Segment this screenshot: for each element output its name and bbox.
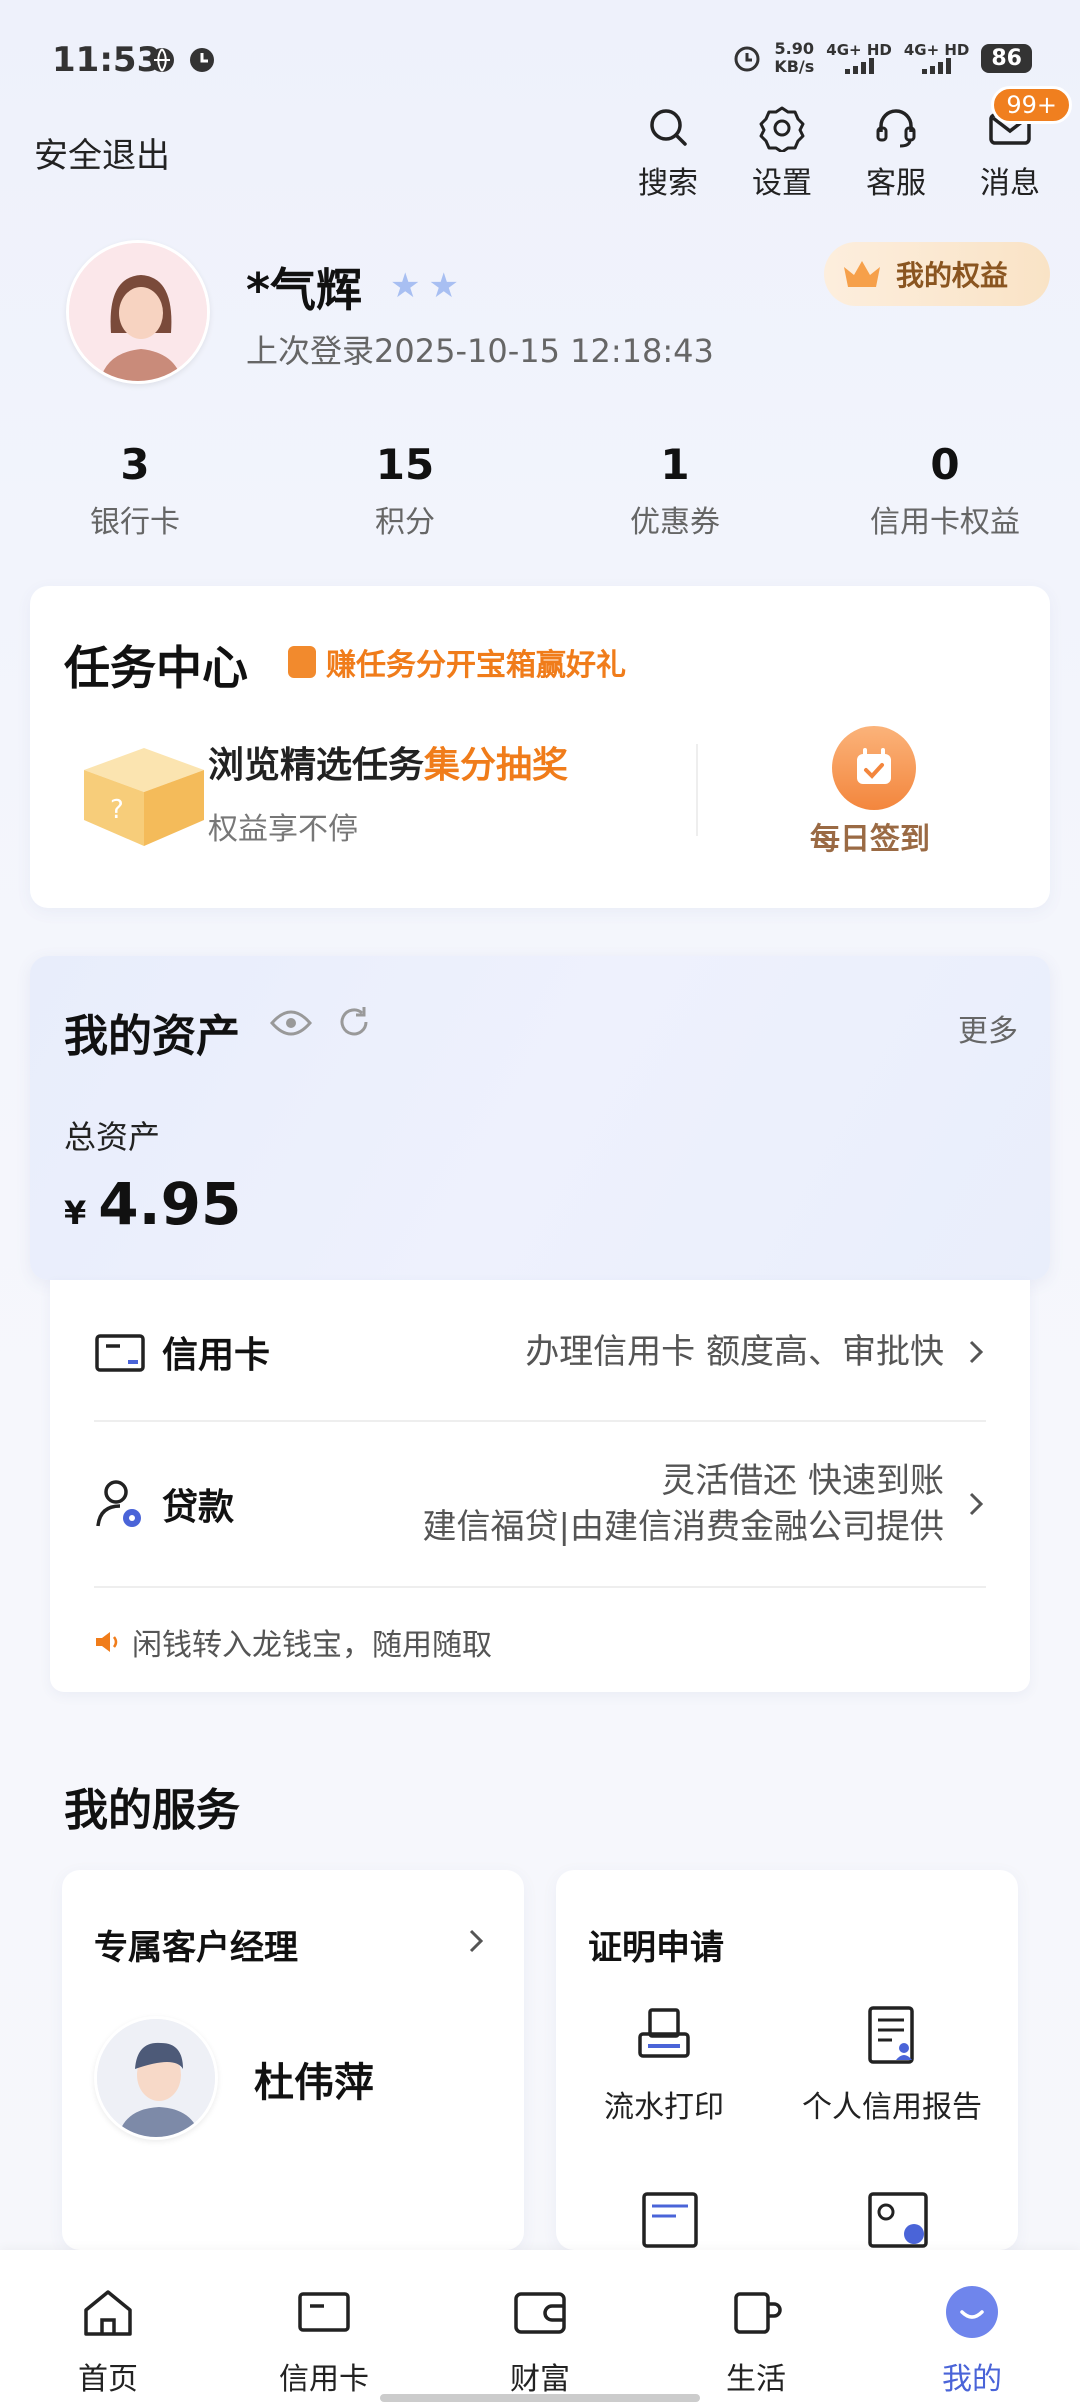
settings-button[interactable]: 设置 xyxy=(732,104,832,202)
nav-home[interactable]: 首页 xyxy=(0,2250,216,2408)
account-manager-title: 专属客户经理 xyxy=(94,1928,298,1968)
profile-icon xyxy=(946,2286,998,2338)
nav-credit-card[interactable]: 信用卡 xyxy=(216,2250,432,2408)
search-icon xyxy=(650,109,687,146)
svg-text:?: ? xyxy=(110,795,124,825)
my-rights-button[interactable]: 我的权益 xyxy=(824,242,1050,306)
home-indicator[interactable] xyxy=(380,2394,700,2402)
my-services-title: 我的服务 xyxy=(64,1785,240,1836)
eye-icon[interactable] xyxy=(270,1008,312,1038)
customer-service-button[interactable]: 客服 xyxy=(846,104,946,202)
user-name: *气辉 xyxy=(246,263,363,317)
top-actions: 搜索 设置 客服 消息 99+ xyxy=(618,86,1072,202)
loan-row[interactable]: 贷款 灵活借还 快速到账 建信福贷|由建信消费金融公司提供 xyxy=(94,1458,986,1550)
daily-checkin-button[interactable] xyxy=(832,726,916,810)
home-icon xyxy=(84,2290,132,2336)
chevron-right-icon xyxy=(469,1929,484,1953)
profile-stats: 3 银行卡 15 积分 1 优惠券 0 信用卡权益 xyxy=(0,440,1080,541)
network-speed: 5.90 KB/s xyxy=(774,39,815,76)
task-center-title: 任务中心 xyxy=(64,641,248,695)
cup-icon xyxy=(734,2292,782,2334)
divider xyxy=(94,1586,986,1588)
female-avatar-icon xyxy=(69,243,207,381)
status-icons xyxy=(148,46,216,74)
gift-icon xyxy=(288,646,316,678)
crown-icon xyxy=(844,261,880,287)
bottom-nav: 首页 信用卡 财富 生活 我的 xyxy=(0,2250,1080,2408)
user-avatar[interactable] xyxy=(66,240,210,384)
search-button[interactable]: 搜索 xyxy=(618,104,718,202)
divider xyxy=(696,744,698,836)
total-assets-label: 总资产 xyxy=(64,1118,161,1156)
status-right: 5.90 KB/s 4G+ HD 4G+ HD 86 xyxy=(732,40,1032,76)
signal-sim2: 4G+ HD xyxy=(904,42,969,74)
manager-name: 杜伟萍 xyxy=(254,2060,374,2106)
credit-report-icon xyxy=(868,2006,914,2064)
nav-mine[interactable]: 我的 xyxy=(864,2250,1080,2408)
task-center-card: 任务中心 赚任务分开宝箱赢好礼 ? 浏览精选任务集分抽奖 权益享不停 每日签到 xyxy=(30,586,1050,908)
manager-avatar xyxy=(94,2016,218,2140)
male-avatar-icon xyxy=(97,2019,215,2137)
my-assets-title: 我的资产 xyxy=(64,1011,240,1062)
status-time: 11:53 xyxy=(52,40,161,80)
credit-card-row[interactable]: 信用卡 办理信用卡 额度高、审批快 xyxy=(94,1326,986,1378)
loan-user-icon xyxy=(96,1480,141,1527)
signal-bars-icon xyxy=(844,58,874,74)
messages-button[interactable]: 消息 99+ xyxy=(960,86,1072,202)
nav-wealth[interactable]: 财富 xyxy=(432,2250,648,2408)
stat-coupons[interactable]: 1 优惠券 xyxy=(540,440,810,541)
stat-credit-card-rights[interactable]: 0 信用卡权益 xyxy=(810,440,1080,541)
assets-more-link[interactable]: 更多 xyxy=(958,1006,1018,1050)
treasure-box-icon: ? xyxy=(84,748,204,846)
document-icon xyxy=(642,2192,698,2248)
alarm-status-icon xyxy=(734,46,760,72)
wallet-icon xyxy=(514,2292,566,2334)
assets-list: 信用卡 办理信用卡 额度高、审批快 贷款 灵活借还 快速到账 建信福贷|由建信消… xyxy=(50,1280,1030,1692)
clock-status-icon xyxy=(190,48,214,72)
user-level-stars: ★ ★ xyxy=(390,266,459,306)
settings-icon xyxy=(759,106,805,152)
statement-print-item[interactable]: 流水打印 xyxy=(564,2004,764,2126)
stat-points[interactable]: 15 积分 xyxy=(270,440,540,541)
globe-status-icon xyxy=(150,48,174,72)
battery-indicator: 86 xyxy=(981,43,1032,73)
chevron-right-icon xyxy=(969,1492,984,1516)
chevron-right-icon xyxy=(969,1340,984,1364)
logout-button[interactable]: 安全退出 xyxy=(34,128,170,177)
nav-life[interactable]: 生活 xyxy=(648,2250,864,2408)
divider xyxy=(94,1420,986,1422)
speaker-icon xyxy=(96,1632,118,1652)
message-badge: 99+ xyxy=(991,86,1072,124)
task-main-text[interactable]: 浏览精选任务集分抽奖 xyxy=(208,736,568,788)
refresh-icon[interactable] xyxy=(336,1004,372,1040)
my-assets-card: 我的资产 更多 总资产 ¥ 4.95 xyxy=(30,956,1050,1280)
headset-icon xyxy=(876,109,916,148)
daily-checkin-label[interactable]: 每日签到 xyxy=(810,814,930,858)
calendar-check-icon xyxy=(857,748,891,784)
credit-report-item[interactable]: 个人信用报告 xyxy=(792,2004,992,2126)
total-assets-value: ¥ 4.95 xyxy=(64,1170,242,1238)
wealth-tip[interactable]: 闲钱转入龙钱宝，随用随取 xyxy=(94,1620,492,1664)
certificate-title: 证明申请 xyxy=(588,1928,724,1968)
account-manager-card[interactable]: 专属客户经理 杜伟萍 xyxy=(62,1870,524,2250)
signal-sim1: 4G+ HD xyxy=(826,42,892,74)
printer-icon xyxy=(638,2008,690,2058)
stat-bank-cards[interactable]: 3 银行卡 xyxy=(0,440,270,541)
star-icon: ★ xyxy=(390,266,421,306)
star-icon: ★ xyxy=(428,266,459,306)
id-card-icon xyxy=(868,2192,928,2248)
credit-card-icon xyxy=(95,1334,145,1372)
certificate-card: 证明申请 流水打印 个人信用报告 xyxy=(556,1870,1018,2250)
task-center-tag[interactable]: 赚任务分开宝箱赢好礼 xyxy=(288,640,626,684)
last-login: 上次登录2025-10-15 12:18:43 xyxy=(246,332,714,370)
signal-bars-icon xyxy=(922,58,952,74)
card-icon xyxy=(298,2292,350,2332)
task-sub-text: 权益享不停 xyxy=(208,812,358,847)
